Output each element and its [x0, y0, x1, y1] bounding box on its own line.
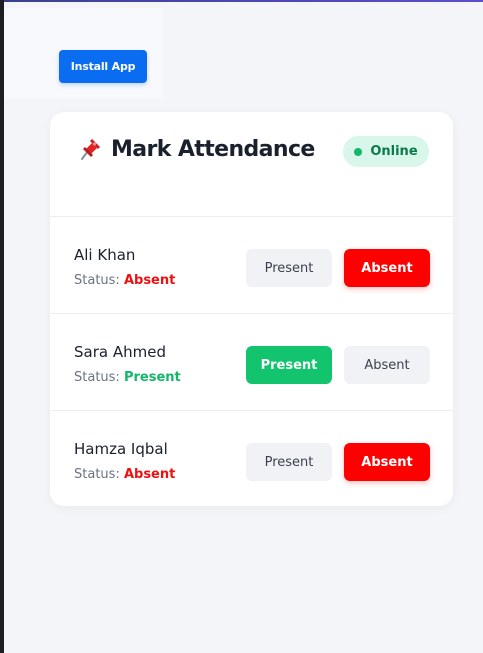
online-label: Online [370, 144, 418, 159]
student-row-sara-ahmed: Sara Ahmed Status: Present Present Absen… [50, 314, 453, 411]
student-status: Status: Absent [74, 467, 175, 482]
student-name: Hamza Iqbal [74, 440, 168, 458]
present-button[interactable]: Present [246, 346, 332, 384]
title-text: Mark Attendance [111, 136, 315, 162]
student-name: Ali Khan [74, 246, 136, 264]
present-button[interactable]: Present [246, 249, 332, 287]
install-app-button[interactable]: Install App [59, 50, 147, 83]
online-status-badge: Online [343, 136, 429, 167]
absent-button[interactable]: Absent [344, 346, 430, 384]
student-row-ali-khan: Ali Khan Status: Absent Present Absent [50, 217, 453, 314]
absent-button[interactable]: Absent [344, 443, 430, 481]
present-button[interactable]: Present [246, 443, 332, 481]
attendance-card: Mark Attendance Online Ali Khan Status: … [50, 112, 453, 506]
status-label: Status: [74, 370, 120, 385]
student-row-hamza-iqbal: Hamza Iqbal Status: Absent Present Absen… [50, 411, 453, 506]
page-title: Mark Attendance [77, 136, 315, 162]
pushpin-icon [81, 139, 100, 160]
student-status: Status: Present [74, 370, 181, 385]
status-dot-icon [354, 147, 363, 156]
status-label: Status: [74, 273, 120, 288]
status-label: Status: [74, 467, 120, 482]
card-header: Mark Attendance Online [50, 112, 453, 217]
absent-button[interactable]: Absent [344, 249, 430, 287]
status-value: Absent [123, 467, 176, 482]
status-value: Absent [123, 273, 176, 288]
status-value: Present [123, 370, 181, 385]
student-status: Status: Absent [74, 273, 175, 288]
student-name: Sara Ahmed [74, 343, 166, 361]
window-top-border [0, 0, 483, 2]
